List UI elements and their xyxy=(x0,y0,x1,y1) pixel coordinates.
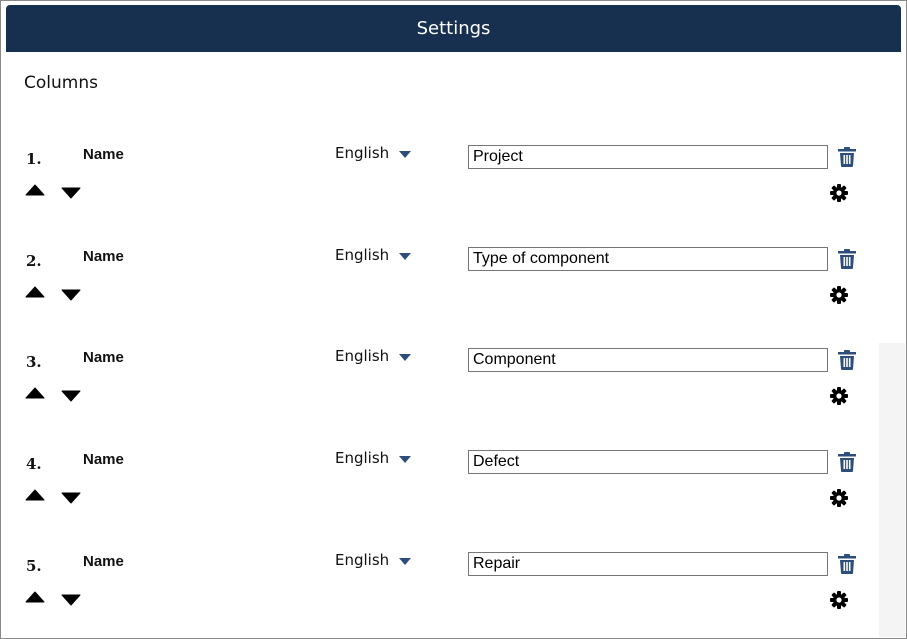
column-row: 4. Name English xyxy=(1,440,879,520)
caret-down-icon xyxy=(399,557,412,565)
field-label: Name xyxy=(83,248,124,265)
trash-icon[interactable] xyxy=(838,554,856,574)
column-name-input[interactable] xyxy=(468,145,828,169)
field-label: Name xyxy=(83,146,124,163)
scroll-gutter xyxy=(879,343,905,637)
trash-icon[interactable] xyxy=(838,452,856,472)
caret-down-icon[interactable] xyxy=(61,390,81,402)
caret-up-icon[interactable] xyxy=(25,286,45,298)
column-name-input[interactable] xyxy=(468,552,828,576)
caret-down-icon xyxy=(399,150,412,158)
caret-down-icon[interactable] xyxy=(61,492,81,504)
column-row: 3. Name English xyxy=(1,338,879,418)
trash-icon[interactable] xyxy=(838,350,856,370)
caret-up-icon[interactable] xyxy=(25,387,45,399)
caret-down-icon[interactable] xyxy=(61,289,81,301)
settings-dialog: Settings Columns 1. Name English Project… xyxy=(0,0,907,639)
caret-up-icon[interactable] xyxy=(25,184,45,196)
caret-down-icon[interactable] xyxy=(61,187,81,199)
column-row: 1. Name English xyxy=(1,135,879,215)
caret-down-icon[interactable] xyxy=(61,594,81,606)
dialog-header: Settings xyxy=(6,5,901,52)
caret-down-icon xyxy=(399,252,412,260)
gear-icon[interactable] xyxy=(830,387,848,405)
field-label: Name xyxy=(83,349,124,366)
row-number: 5. xyxy=(26,557,42,575)
section-title: Columns xyxy=(24,73,98,93)
language-value: English xyxy=(335,449,390,467)
caret-up-icon[interactable] xyxy=(25,489,45,501)
caret-down-icon xyxy=(399,353,412,361)
trash-icon[interactable] xyxy=(838,249,856,269)
row-number: 2. xyxy=(26,252,42,270)
language-value: English xyxy=(335,347,390,365)
column-row: 2. Name English xyxy=(1,237,879,317)
column-name-input[interactable] xyxy=(468,247,828,271)
language-select[interactable]: English xyxy=(335,347,412,365)
caret-down-icon xyxy=(399,455,412,463)
row-number: 3. xyxy=(26,353,42,371)
gear-icon[interactable] xyxy=(830,489,848,507)
gear-icon[interactable] xyxy=(830,184,848,202)
field-label: Name xyxy=(83,451,124,468)
language-value: English xyxy=(335,144,390,162)
column-row: 5. Name English xyxy=(1,542,879,622)
language-select[interactable]: English xyxy=(335,449,412,467)
column-name-input[interactable] xyxy=(468,450,828,474)
language-select[interactable]: English xyxy=(335,144,412,162)
language-select[interactable]: English xyxy=(335,246,412,264)
dialog-title: Settings xyxy=(416,18,491,39)
language-value: English xyxy=(335,551,390,569)
row-number: 4. xyxy=(26,455,42,473)
trash-icon[interactable] xyxy=(838,147,856,167)
gear-icon[interactable] xyxy=(830,591,848,609)
row-number: 1. xyxy=(26,150,42,168)
column-name-input[interactable] xyxy=(468,348,828,372)
gear-icon[interactable] xyxy=(830,286,848,304)
field-label: Name xyxy=(83,553,124,570)
language-select[interactable]: English xyxy=(335,551,412,569)
caret-up-icon[interactable] xyxy=(25,591,45,603)
language-value: English xyxy=(335,246,390,264)
